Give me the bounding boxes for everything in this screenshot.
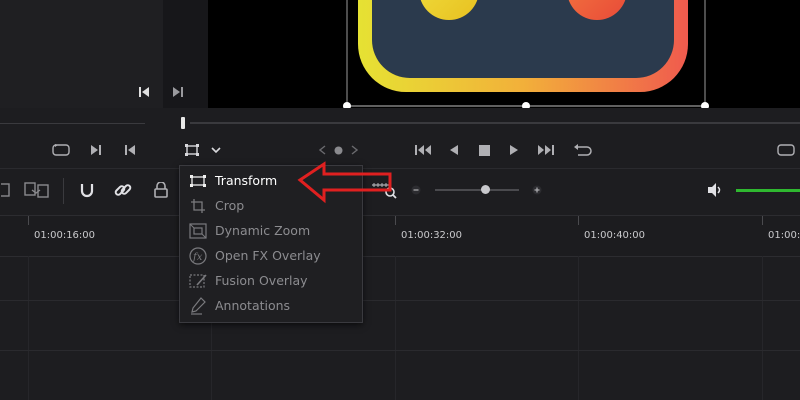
toolbar-divider	[63, 178, 64, 204]
menu-item-fusion-overlay[interactable]: Fusion Overlay	[180, 268, 362, 293]
menu-item-open-fx-overlay[interactable]: fx Open FX Overlay	[180, 243, 362, 268]
zoom-slider-thumb[interactable]	[481, 185, 490, 194]
track-divider	[0, 350, 800, 351]
dynamic-zoom-icon	[187, 222, 209, 240]
menu-item-dynamic-zoom[interactable]: Dynamic Zoom	[180, 218, 362, 243]
next-frame-end-icon[interactable]	[88, 142, 104, 158]
timeline-scrubber[interactable]	[190, 122, 800, 124]
place-on-top-icon[interactable]	[23, 180, 51, 200]
scrubber-playhead[interactable]	[181, 117, 185, 129]
snapping-magnet-icon[interactable]	[77, 180, 97, 200]
menu-item-label: Crop	[215, 198, 245, 213]
svg-text:fx: fx	[192, 252, 203, 263]
menu-item-label: Transform	[215, 173, 278, 188]
crop-icon	[187, 197, 209, 215]
audio-level-meter	[736, 189, 800, 192]
go-to-start-icon[interactable]	[122, 142, 138, 158]
timecode-label: 01:00:32:00	[401, 230, 463, 241]
replace-clip-icon[interactable]	[0, 181, 12, 199]
timecode-label: 01:00:4	[768, 230, 800, 241]
play-reverse-icon[interactable]	[447, 142, 461, 158]
menu-item-label: Dynamic Zoom	[215, 223, 311, 238]
chevron-down-icon[interactable]	[209, 143, 223, 157]
grid-line	[578, 256, 579, 400]
loop-playback-icon[interactable]	[571, 141, 593, 159]
zoom-in-icon[interactable]	[531, 184, 543, 196]
source-scrubber[interactable]	[0, 123, 145, 124]
timeline-ruler[interactable]: 01:00:16:00 01:00:32:00 01:00:40:00 01:0…	[0, 215, 800, 257]
menu-item-annotations[interactable]: Annotations	[180, 293, 362, 318]
grid-line	[762, 256, 763, 400]
timecode-label: 01:00:16:00	[34, 230, 96, 241]
menu-item-label: Open FX Overlay	[215, 248, 321, 263]
previous-keyframe-icon[interactable]	[316, 143, 328, 157]
play-icon[interactable]	[507, 142, 521, 158]
timeline-viewer[interactable]	[208, 0, 800, 108]
fx-overlay-icon: fx	[187, 246, 209, 265]
last-frame-icon[interactable]	[535, 142, 557, 158]
viewer-divider-strip	[139, 0, 208, 108]
red-pointer-arrow-icon	[297, 161, 392, 204]
link-icon[interactable]	[113, 180, 133, 200]
fusion-overlay-icon	[187, 272, 209, 290]
annotations-icon	[187, 296, 209, 315]
stop-icon[interactable]	[477, 142, 491, 158]
skip-to-end-icon[interactable]	[170, 84, 186, 100]
grid-line	[395, 256, 396, 400]
lock-icon[interactable]	[152, 180, 170, 200]
speaker-volume-icon[interactable]	[705, 181, 725, 199]
transform-mode-icon[interactable]	[183, 142, 201, 158]
timecode-label: 01:00:40:00	[584, 230, 646, 241]
transform-icon	[187, 172, 209, 190]
loop-icon[interactable]	[51, 142, 71, 158]
transport-bar	[0, 108, 800, 168]
next-keyframe-icon[interactable]	[348, 143, 360, 157]
grid-line	[28, 256, 29, 400]
zoom-slider-track[interactable]	[435, 189, 519, 191]
keyframe-dot-icon[interactable]	[332, 144, 344, 156]
track-divider	[0, 300, 800, 301]
loop-right-icon[interactable]	[775, 142, 797, 158]
zoom-out-icon[interactable]	[410, 184, 422, 196]
skip-to-start-icon[interactable]	[136, 84, 152, 100]
clip-preview	[343, 0, 709, 108]
menu-item-label: Annotations	[215, 298, 291, 313]
first-frame-icon[interactable]	[412, 142, 434, 158]
menu-item-label: Fusion Overlay	[215, 273, 308, 288]
